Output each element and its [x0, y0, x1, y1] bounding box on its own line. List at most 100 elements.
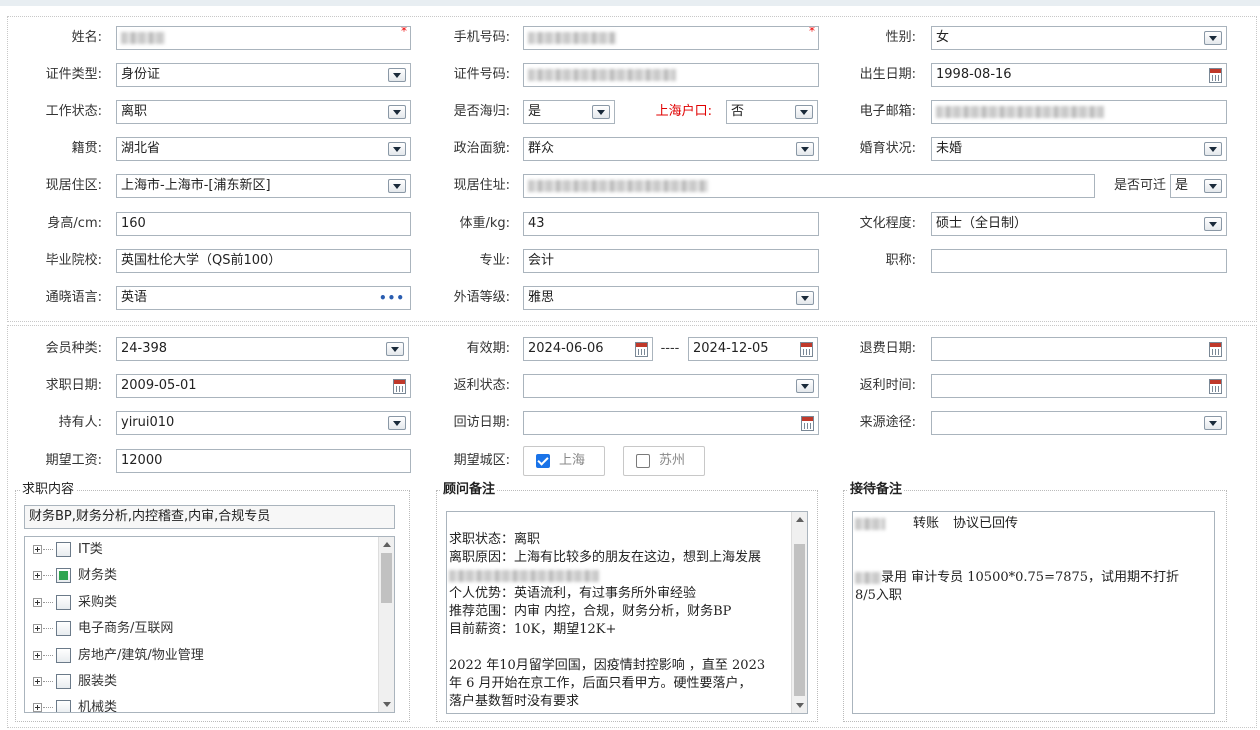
refund-date-field[interactable]: [931, 337, 1227, 361]
checkbox-icon[interactable]: [56, 542, 71, 557]
rebate-status-select[interactable]: [523, 374, 819, 398]
tree-item[interactable]: 房地产/建筑/物业管理: [25, 646, 375, 666]
returnee-select[interactable]: 是: [523, 100, 615, 124]
checkbox-icon[interactable]: [56, 674, 71, 689]
chevron-down-icon[interactable]: [1204, 142, 1222, 156]
chevron-down-icon[interactable]: [1204, 179, 1222, 193]
rebate-time-field[interactable]: [931, 374, 1227, 398]
notes-scrollbar[interactable]: [791, 512, 807, 713]
tree-item-label: 服装类: [78, 674, 118, 689]
email-field[interactable]: [931, 100, 1227, 124]
scroll-thumb[interactable]: [794, 544, 805, 696]
marital-select[interactable]: 未婚: [931, 137, 1227, 161]
chevron-down-icon[interactable]: [1204, 31, 1222, 45]
scroll-down-icon[interactable]: [795, 703, 804, 708]
tree-item[interactable]: 电子商务/互联网: [25, 619, 375, 639]
calendar-icon[interactable]: [800, 342, 813, 357]
work-status-select[interactable]: 离职: [116, 100, 411, 124]
lang-level-select[interactable]: 雅思: [523, 286, 819, 310]
calendar-icon[interactable]: [393, 379, 406, 394]
language-field[interactable]: 英语 •••: [116, 286, 411, 310]
chevron-down-icon[interactable]: [388, 142, 406, 156]
expand-icon[interactable]: [33, 677, 42, 686]
holder-select[interactable]: yirui010: [116, 411, 411, 435]
city-option-suzhou[interactable]: 苏州: [623, 446, 705, 476]
chevron-down-icon[interactable]: [1204, 217, 1222, 231]
checkbox-partial-icon[interactable]: [56, 568, 71, 583]
expand-icon[interactable]: [33, 571, 42, 580]
chevron-down-icon[interactable]: [386, 342, 404, 356]
salary-field[interactable]: 12000: [116, 449, 411, 473]
note-line: 目前薪资：10K，期望12K+: [449, 622, 617, 637]
title-field[interactable]: [931, 249, 1227, 273]
education-select[interactable]: 硕士（全日制）: [931, 212, 1227, 236]
scroll-thumb[interactable]: [381, 553, 392, 603]
source-select[interactable]: [931, 411, 1227, 435]
reception-notes-textarea[interactable]: 转账 协议已回传 录用 审计专员 10500*0.75=7875，试用期不打折 8…: [852, 511, 1215, 714]
member-type-select[interactable]: 24-398: [116, 337, 409, 361]
checkbox-icon[interactable]: [56, 621, 71, 636]
expand-icon[interactable]: [33, 624, 42, 633]
id-type-select[interactable]: 身份证: [116, 63, 411, 87]
city-option-shanghai[interactable]: 上海: [523, 446, 605, 476]
visit-date-field[interactable]: [523, 411, 819, 435]
checkbox-icon[interactable]: [56, 648, 71, 663]
calendar-icon[interactable]: [1209, 342, 1222, 357]
expand-icon[interactable]: [33, 651, 42, 660]
tree-item[interactable]: 采购类: [25, 593, 375, 613]
chevron-down-icon[interactable]: [796, 379, 814, 393]
chevron-down-icon[interactable]: [796, 142, 814, 156]
valid-to-field[interactable]: 2024-12-05: [688, 337, 818, 361]
chevron-down-icon[interactable]: [592, 105, 610, 119]
tree-item[interactable]: 机械类: [25, 698, 375, 712]
expand-icon[interactable]: [33, 598, 42, 607]
tree-item[interactable]: IT类: [25, 540, 375, 560]
valid-from-field[interactable]: 2024-06-06: [523, 337, 653, 361]
scroll-up-icon[interactable]: [382, 542, 391, 547]
chevron-down-icon[interactable]: [388, 416, 406, 430]
sh-hukou-select[interactable]: 否: [726, 100, 818, 124]
job-selected-field[interactable]: 财务BP,财务分析,内控稽查,内审,合规专员: [24, 505, 395, 529]
job-date-field[interactable]: 2009-05-01: [116, 374, 411, 398]
height-field[interactable]: 160: [116, 212, 411, 236]
chevron-down-icon[interactable]: [1204, 416, 1222, 430]
advisor-notes-textarea[interactable]: 求职状态：离职 离职原因：上海有比较多的朋友在这边，想到上海发展 个人优势：英语…: [446, 511, 808, 714]
chevron-down-icon[interactable]: [795, 105, 813, 119]
chevron-down-icon[interactable]: [388, 105, 406, 119]
id-no-field[interactable]: [523, 63, 819, 87]
name-field[interactable]: *: [116, 26, 411, 50]
native-select[interactable]: 湖北省: [116, 137, 411, 161]
school-field[interactable]: 英国杜伦大学（QS前100）: [116, 249, 411, 273]
scroll-down-icon[interactable]: [382, 702, 391, 707]
job-date-value: 2009-05-01: [121, 378, 197, 393]
calendar-icon[interactable]: [635, 342, 648, 357]
expand-icon[interactable]: [33, 545, 42, 554]
sh-hukou-value: 否: [731, 104, 745, 119]
tree-item[interactable]: 财务类: [25, 566, 375, 586]
chevron-down-icon[interactable]: [796, 291, 814, 305]
weight-field[interactable]: 43: [523, 212, 819, 236]
calendar-icon[interactable]: [1209, 379, 1222, 394]
scroll-up-icon[interactable]: [795, 517, 804, 522]
chevron-down-icon[interactable]: [388, 179, 406, 193]
checkbox-checked-icon[interactable]: [536, 454, 550, 468]
expand-icon[interactable]: [33, 703, 42, 712]
calendar-icon[interactable]: [801, 416, 814, 431]
birth-date-field[interactable]: 1998-08-16: [931, 63, 1227, 87]
checkbox-icon[interactable]: [56, 595, 71, 610]
relocate-select[interactable]: 是: [1170, 174, 1227, 198]
residence-area-select[interactable]: 上海市-上海市-[浦东新区]: [116, 174, 411, 198]
member-type-label: 会员种类:: [45, 341, 102, 356]
tree-item[interactable]: 服装类: [25, 672, 375, 692]
more-icon[interactable]: •••: [379, 292, 405, 304]
checkbox-icon[interactable]: [56, 700, 71, 712]
calendar-icon[interactable]: [1209, 68, 1222, 83]
major-field[interactable]: 会计: [523, 249, 819, 273]
political-select[interactable]: 群众: [523, 137, 819, 161]
residence-addr-field[interactable]: [523, 174, 1095, 198]
phone-field[interactable]: *: [523, 26, 819, 50]
checkbox-icon[interactable]: [636, 454, 650, 468]
tree-scrollbar[interactable]: [378, 537, 394, 712]
chevron-down-icon[interactable]: [388, 68, 406, 82]
gender-select[interactable]: 女: [931, 26, 1227, 50]
